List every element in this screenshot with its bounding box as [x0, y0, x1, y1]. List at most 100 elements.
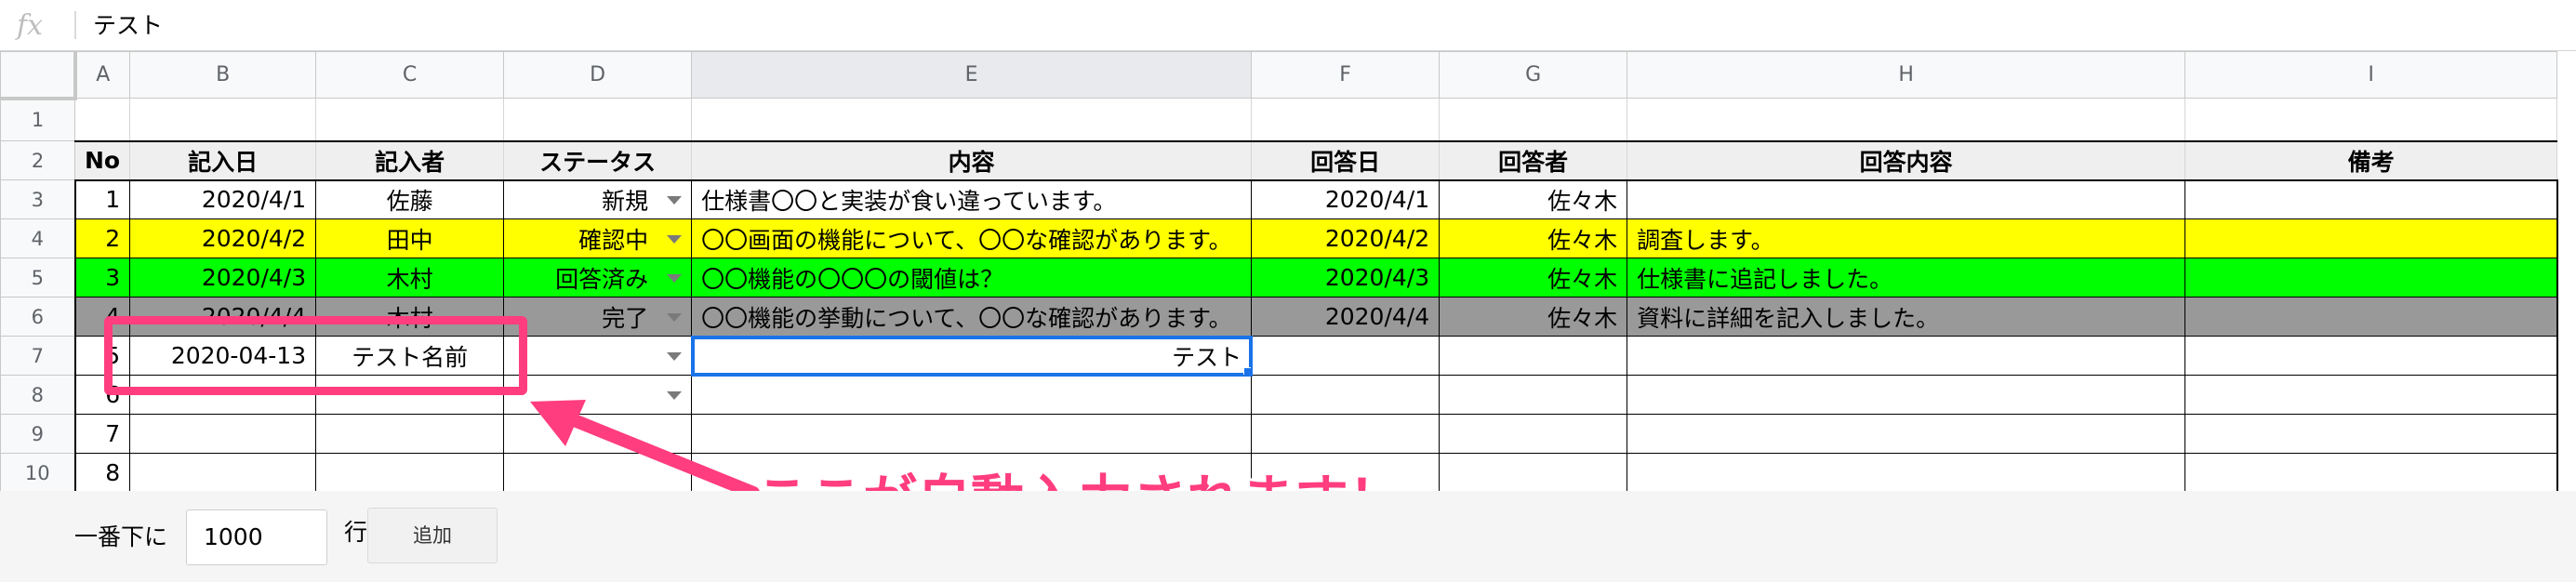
- cell-answer[interactable]: [1627, 414, 2186, 454]
- cell-note[interactable]: [2184, 375, 2558, 415]
- cell-status[interactable]: 完了: [503, 297, 693, 337]
- cell[interactable]: [1251, 98, 1441, 141]
- column-header-i[interactable]: I: [2184, 51, 2558, 99]
- cell-answer[interactable]: [1627, 453, 2186, 493]
- dropdown-arrow-icon[interactable]: [667, 273, 683, 283]
- cell-answerer[interactable]: [1439, 375, 1628, 415]
- cell[interactable]: [1627, 98, 2186, 141]
- cell-no[interactable]: 8: [73, 453, 131, 493]
- cell-answer-date[interactable]: 2020/4/2: [1251, 218, 1441, 258]
- header-answer-date[interactable]: 回答日: [1251, 139, 1441, 181]
- cell-answer[interactable]: 調査します。: [1627, 218, 2186, 258]
- header-author[interactable]: 記入者: [315, 139, 505, 181]
- header-no[interactable]: No: [73, 139, 131, 181]
- cell-note[interactable]: [2184, 297, 2558, 337]
- cell[interactable]: [315, 98, 505, 141]
- select-all-corner[interactable]: [0, 51, 77, 100]
- cell-no[interactable]: 7: [73, 414, 131, 454]
- column-header-g[interactable]: G: [1439, 51, 1628, 99]
- cell[interactable]: [2184, 98, 2558, 141]
- cell[interactable]: [129, 98, 317, 141]
- cell-answer[interactable]: [1627, 336, 2186, 376]
- row-header[interactable]: 7: [0, 336, 75, 376]
- cell-note[interactable]: [2184, 414, 2558, 454]
- cell-answerer[interactable]: [1439, 453, 1628, 493]
- cell-status[interactable]: 回答済み: [503, 258, 693, 298]
- row-header[interactable]: 1: [0, 98, 75, 141]
- cell-entry-date[interactable]: 2020/4/3: [129, 258, 317, 298]
- column-header-a[interactable]: A: [73, 51, 131, 99]
- formula-input[interactable]: テスト: [93, 7, 163, 45]
- cell-status[interactable]: 確認中: [503, 218, 693, 258]
- column-header-d[interactable]: D: [503, 51, 693, 99]
- add-button[interactable]: 追加: [367, 508, 498, 563]
- cell-answerer[interactable]: 佐々木: [1439, 218, 1628, 258]
- row-header[interactable]: 4: [0, 218, 75, 258]
- cell-answer-date[interactable]: [1251, 375, 1441, 415]
- cell-note[interactable]: [2184, 258, 2558, 298]
- cell-author[interactable]: 木村: [315, 258, 505, 298]
- column-header-b[interactable]: B: [129, 51, 317, 99]
- row-header[interactable]: 6: [0, 297, 75, 337]
- cell-content[interactable]: [691, 414, 1253, 454]
- cell-content[interactable]: 〇〇機能の〇〇〇の閾値は？: [691, 258, 1253, 298]
- cell-no[interactable]: 2: [73, 218, 131, 258]
- cell-answer-date[interactable]: 2020/4/3: [1251, 258, 1441, 298]
- cell-author[interactable]: 田中: [315, 218, 505, 258]
- cell-content[interactable]: 〇〇画面の機能について、〇〇な確認があります。: [691, 218, 1253, 258]
- header-entry-date[interactable]: 記入日: [129, 139, 317, 181]
- header-content[interactable]: 内容: [691, 139, 1253, 181]
- row-header[interactable]: 2: [0, 140, 75, 180]
- row-header[interactable]: 3: [0, 179, 75, 219]
- row-header[interactable]: 10: [0, 453, 75, 493]
- cell-content[interactable]: 〇〇機能の挙動について、〇〇な確認があります。: [691, 297, 1253, 337]
- header-answerer[interactable]: 回答者: [1439, 139, 1628, 181]
- cell[interactable]: [691, 98, 1253, 141]
- cell-author[interactable]: [315, 414, 505, 454]
- dropdown-arrow-icon[interactable]: [667, 195, 683, 205]
- cell-status[interactable]: [503, 336, 693, 376]
- column-header-f[interactable]: F: [1251, 51, 1441, 99]
- dropdown-arrow-icon[interactable]: [667, 351, 683, 361]
- cell-answerer[interactable]: 佐々木: [1439, 297, 1628, 337]
- cell-content[interactable]: 仕様書〇〇と実装が食い違っています。: [691, 179, 1253, 219]
- cell-note[interactable]: [2184, 218, 2558, 258]
- cell-answer[interactable]: 仕様書に追記しました。: [1627, 258, 2186, 298]
- dropdown-arrow-icon[interactable]: [667, 234, 683, 244]
- cell-no[interactable]: 3: [73, 258, 131, 298]
- cell-entry-date[interactable]: [129, 453, 317, 493]
- row-header[interactable]: 9: [0, 414, 75, 454]
- header-note[interactable]: 備考: [2184, 139, 2558, 181]
- cell-note[interactable]: [2184, 453, 2558, 493]
- fill-handle[interactable]: [1243, 367, 1251, 375]
- column-header-c[interactable]: C: [315, 51, 505, 99]
- cell-answer[interactable]: [1627, 179, 2186, 219]
- cell-entry-date[interactable]: [129, 414, 317, 454]
- cell-author[interactable]: 佐藤: [315, 179, 505, 219]
- cell-answer[interactable]: 資料に詳細を記入しました。: [1627, 297, 2186, 337]
- row-header[interactable]: 8: [0, 375, 75, 415]
- cell-answer-date[interactable]: 2020/4/4: [1251, 297, 1441, 337]
- cell-status[interactable]: 新規: [503, 179, 693, 219]
- cell-entry-date[interactable]: 2020/4/1: [129, 179, 317, 219]
- cell-answer[interactable]: [1627, 375, 2186, 415]
- cell-answer-date[interactable]: [1251, 336, 1441, 376]
- cell-answerer[interactable]: [1439, 336, 1628, 376]
- cell-answerer[interactable]: 佐々木: [1439, 179, 1628, 219]
- cell-answerer[interactable]: 佐々木: [1439, 258, 1628, 298]
- cell[interactable]: [73, 98, 131, 141]
- cell-author[interactable]: [315, 453, 505, 493]
- cell[interactable]: [503, 98, 693, 141]
- cell-answerer[interactable]: [1439, 414, 1628, 454]
- column-header-e[interactable]: E: [691, 51, 1253, 99]
- cell-no[interactable]: 1: [73, 179, 131, 219]
- cell[interactable]: [1439, 98, 1628, 141]
- cell-answer-date[interactable]: 2020/4/1: [1251, 179, 1441, 219]
- cell-entry-date[interactable]: 2020/4/2: [129, 218, 317, 258]
- dropdown-arrow-icon[interactable]: [667, 312, 683, 322]
- row-count-input[interactable]: 1000: [186, 509, 327, 565]
- cell-answer-date[interactable]: [1251, 414, 1441, 454]
- cell-note[interactable]: [2184, 179, 2558, 219]
- column-header-h[interactable]: H: [1627, 51, 2186, 99]
- cell-note[interactable]: [2184, 336, 2558, 376]
